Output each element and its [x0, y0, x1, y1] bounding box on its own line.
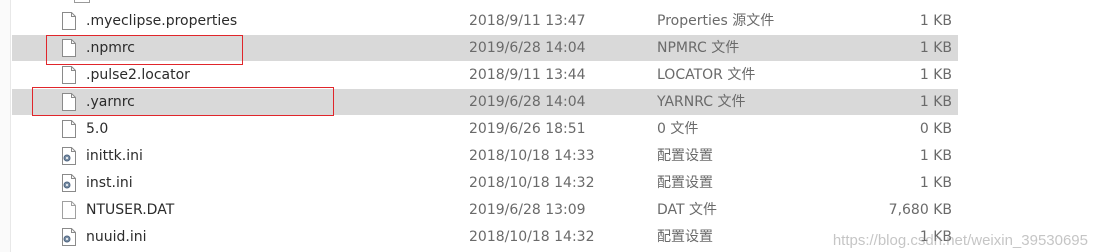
file-date-modified: 2018/9/11 13:47: [469, 13, 586, 29]
file-type: DAT 文件: [657, 202, 718, 218]
file-type: NPMRC 文件: [657, 40, 740, 56]
file-type: 配置设置: [657, 148, 713, 164]
file-date-modified: 2018/9/11 13:44: [469, 67, 586, 83]
file-row[interactable]: NTUSER.DAT 2019/6/28 13:09 DAT 文件 7,680 KB: [12, 197, 958, 223]
file-date-modified: 2019/6/28 14:04: [469, 94, 586, 110]
file-type: LOCATOR 文件: [657, 67, 756, 83]
file-name: .npmrc: [86, 40, 135, 56]
file-date-modified: 2019/6/28 13:09: [469, 202, 586, 218]
file-size: 1 KB: [919, 13, 952, 29]
file-explorer: .myeclipse.properties 2018/9/11 13:47 Prop…: [0, 0, 1098, 252]
file-date-modified: 2019/6/28 14:04: [469, 40, 586, 56]
file-name: 5.0: [86, 121, 109, 137]
document-icon: [62, 62, 78, 88]
file-name: nuuid.ini: [86, 229, 147, 245]
file-type: 配置设置: [657, 175, 713, 191]
file-size: 1 KB: [919, 175, 952, 191]
file-row[interactable]: .myeclipse.properties 2018/9/11 13:47 Prop…: [12, 8, 958, 34]
file-type: Properties 源文件: [657, 13, 775, 29]
settings-file-icon: [62, 224, 78, 250]
file-size: 1 KB: [919, 67, 952, 83]
settings-file-icon: [62, 143, 78, 169]
file-type: 配置设置: [657, 229, 713, 245]
document-icon: [62, 35, 78, 61]
settings-file-icon: [62, 170, 78, 196]
file-name: .pulse2.locator: [86, 67, 190, 83]
file-size: 7,680 KB: [888, 202, 952, 218]
file-name: NTUSER.DAT: [86, 202, 175, 218]
watermark: https://blog.csdn.net/weixin_39530695: [832, 232, 1088, 249]
file-size: 1 KB: [919, 40, 952, 56]
file-size: 1 KB: [919, 94, 952, 110]
navigation-pane-edge: [0, 0, 11, 252]
file-type: 0 文件: [657, 121, 699, 137]
blank-file-icon: [62, 197, 78, 223]
document-icon: [62, 116, 78, 142]
document-icon: [62, 8, 78, 34]
file-name: .yarnrc: [86, 94, 135, 110]
file-name: .myeclipse.properties: [86, 13, 238, 29]
file-row[interactable]: .npmrc 2019/6/28 14:04 NPMRC 文件 1 KB: [12, 35, 958, 61]
file-date-modified: 2018/10/18 14:33: [469, 148, 595, 164]
file-type: YARNRC 文件: [657, 94, 746, 110]
file-date-modified: 2019/6/26 18:51: [469, 121, 586, 137]
file-name: inst.ini: [86, 175, 133, 191]
file-size: 1 KB: [919, 148, 952, 164]
file-name: inittk.ini: [86, 148, 143, 164]
file-row[interactable]: inst.ini 2018/10/18 14:32 配置设置 1 KB: [12, 170, 958, 196]
file-size: 0 KB: [919, 121, 952, 137]
file-row[interactable]: 5.0 2019/6/26 18:51 0 文件 0 KB: [12, 116, 958, 142]
document-icon: [62, 89, 78, 115]
file-row[interactable]: inittk.ini 2018/10/18 14:33 配置设置 1 KB: [12, 143, 958, 169]
file-row[interactable]: .pulse2.locator 2018/9/11 13:44 LOCATOR 文件…: [12, 62, 958, 88]
partial-file-icon: [74, 0, 90, 3]
file-date-modified: 2018/10/18 14:32: [469, 175, 595, 191]
file-date-modified: 2018/10/18 14:32: [469, 229, 595, 245]
file-row[interactable]: .yarnrc 2019/6/28 14:04 YARNRC 文件 1 KB: [12, 89, 958, 115]
file-row[interactable]: nuuid.ini 2018/10/18 14:32 配置设置 1 KB: [12, 224, 958, 250]
